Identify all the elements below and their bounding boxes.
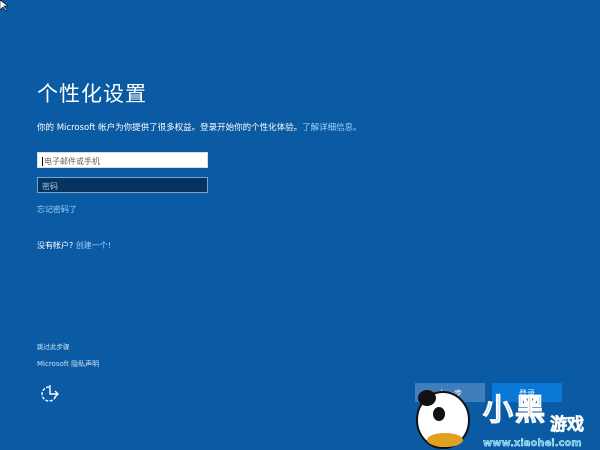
forgot-password-link[interactable]: 忘记密码了 bbox=[37, 204, 77, 215]
email-input[interactable]: 电子邮件或手机 bbox=[37, 152, 208, 168]
password-input[interactable]: 密码 bbox=[37, 177, 208, 193]
email-placeholder: 电子邮件或手机 bbox=[44, 157, 100, 166]
text-caret bbox=[42, 157, 43, 166]
page-title: 个性化设置 bbox=[37, 82, 147, 106]
ease-of-access-icon[interactable] bbox=[40, 382, 62, 404]
no-account-text: 没有帐户? bbox=[37, 241, 74, 250]
create-account-link[interactable]: 创建一个! bbox=[76, 241, 111, 250]
skip-step-link[interactable]: 跳过此步骤 bbox=[37, 341, 70, 351]
svg-text:黑: 黑 bbox=[515, 393, 545, 428]
mouse-cursor-icon bbox=[0, 0, 8, 12]
svg-text:小: 小 bbox=[483, 393, 513, 428]
password-placeholder: 密码 bbox=[42, 182, 58, 191]
learn-more-link[interactable]: 了解详细信息。 bbox=[302, 123, 362, 133]
watermark-logo: 小 黑 游戏 www.xiaohei.com bbox=[416, 390, 584, 449]
no-account: 没有帐户? 创建一个! bbox=[37, 240, 111, 251]
svg-text:www.xiaohei.com: www.xiaohei.com bbox=[483, 438, 582, 449]
description: 你的 Microsoft 帐户为你提供了很多权益。登录开始你的个性化体验。了解详… bbox=[37, 121, 362, 133]
svg-text:游戏: 游戏 bbox=[550, 414, 584, 435]
privacy-statement-link[interactable]: Microsoft 隐私声明 bbox=[37, 359, 99, 369]
description-text: 你的 Microsoft 帐户为你提供了很多权益。登录开始你的个性化体验。 bbox=[37, 123, 303, 133]
